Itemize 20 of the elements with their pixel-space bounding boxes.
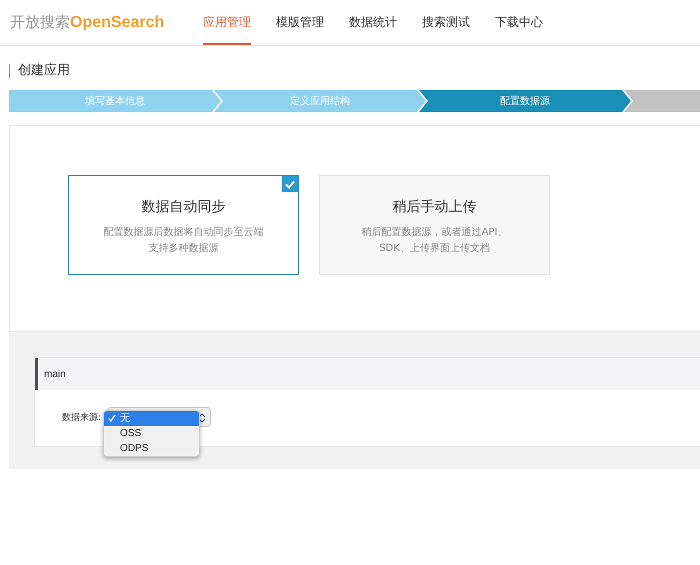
dropdown-option[interactable]: OSS bbox=[104, 426, 200, 441]
nav-tab[interactable]: 搜索测试 bbox=[422, 0, 470, 45]
option-card[interactable]: 稍后手动上传 稍后配置数据源，或者通过API、 SDK、上传界面上传文档 bbox=[319, 175, 550, 275]
card-title: 稍后手动上传 bbox=[392, 198, 478, 216]
table-name: main bbox=[44, 368, 66, 380]
option-card[interactable]: 数据自动同步 配置数据源后数据将自动同步至云端 支持多种数据源 bbox=[68, 175, 299, 275]
wizard-step: 定义应用结构 bbox=[214, 90, 426, 112]
field-label: 数据来源: bbox=[62, 412, 102, 424]
nav-tab[interactable]: 模版管理 bbox=[276, 0, 324, 45]
page-title: 创建应用 bbox=[9, 64, 700, 78]
wizard-step: 配置数据源 bbox=[419, 90, 631, 112]
dropdown-option[interactable]: ODPS bbox=[104, 441, 200, 456]
wizard-step: 填写基本信息 bbox=[9, 90, 221, 112]
dropdown-option[interactable]: 无 bbox=[104, 411, 200, 426]
nav-tab[interactable]: 下载中心 bbox=[495, 0, 543, 45]
card-title: 数据自动同步 bbox=[140, 198, 226, 216]
nav-tab[interactable]: 数据统计 bbox=[349, 0, 397, 45]
card-description: 配置数据源后数据将自动同步至云端 支持多种数据源 bbox=[102, 226, 264, 256]
nav-tab[interactable]: 应用管理 bbox=[203, 0, 251, 45]
card-description: 稍后配置数据源，或者通过API、 SDK、上传界面上传文档 bbox=[360, 226, 508, 256]
